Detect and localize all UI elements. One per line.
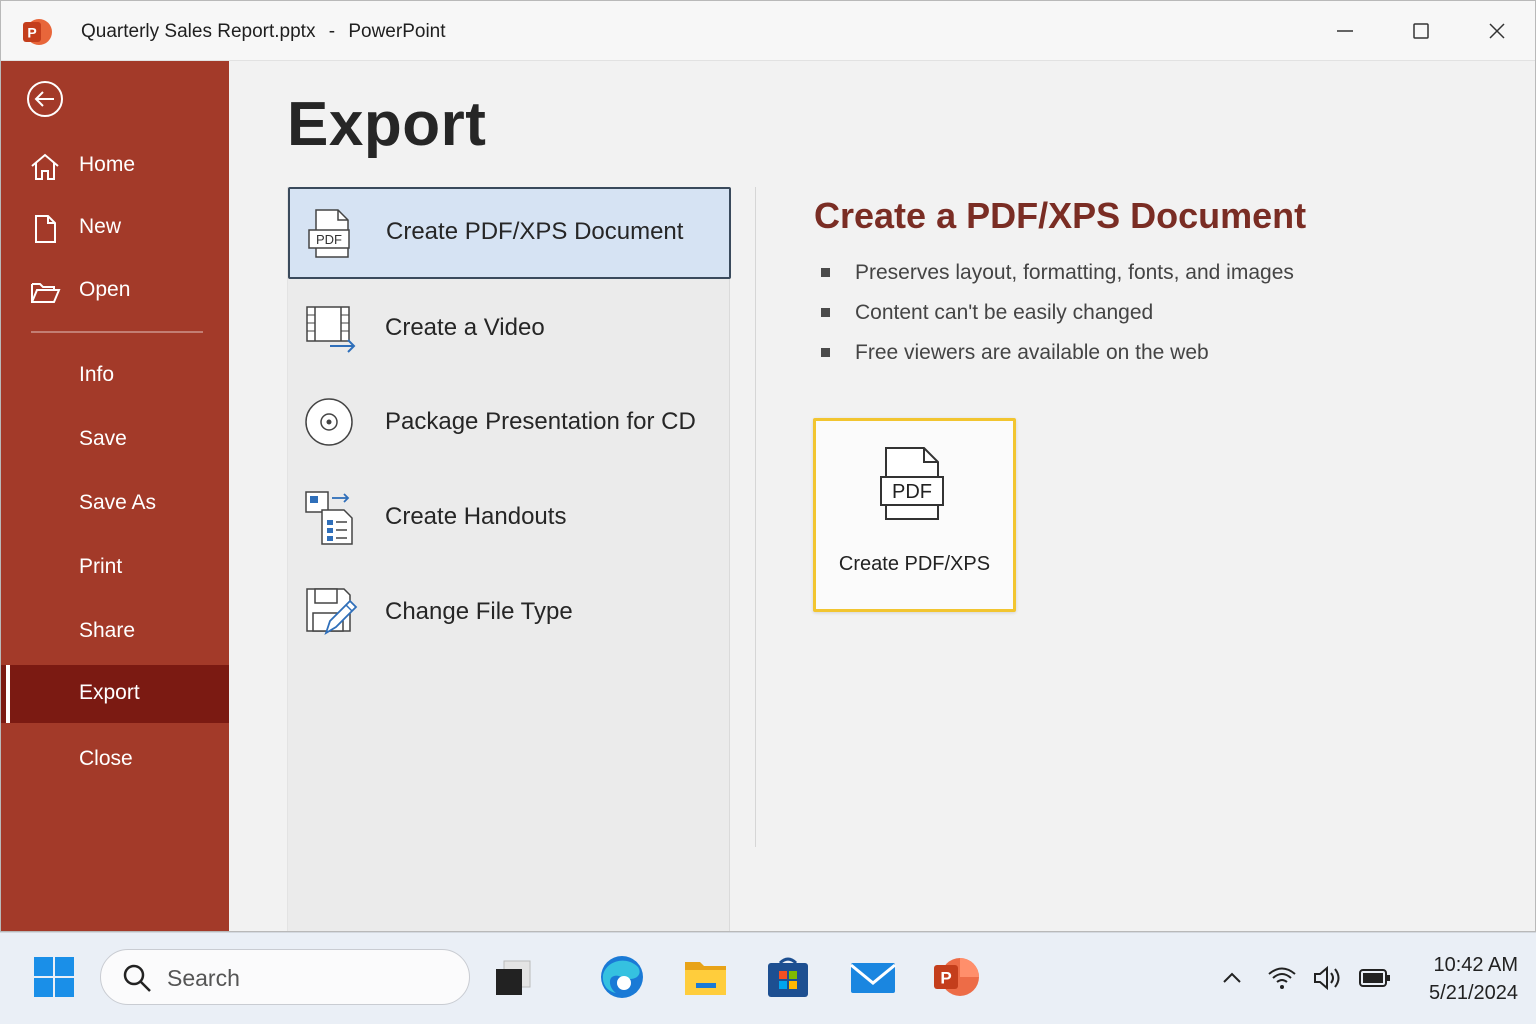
search-placeholder: Search: [167, 965, 240, 991]
back-button[interactable]: [25, 79, 65, 119]
create-pdf-xps-button[interactable]: PDF Create PDF/XPS: [813, 418, 1016, 612]
window-title: Quarterly Sales Report.pptx - PowerPoint: [81, 21, 446, 43]
nav-open[interactable]: Open: [1, 262, 229, 320]
create-pdf-xps-button-label: Create PDF/XPS: [838, 553, 991, 575]
battery-icon[interactable]: [1358, 963, 1390, 993]
nav-export-label: Export: [79, 681, 140, 704]
title-separator: -: [328, 21, 336, 42]
close-icon: [1489, 23, 1505, 39]
title-bar: P Quarterly Sales Report.pptx - PowerPoi…: [1, 1, 1535, 61]
taskbar-search[interactable]: Search: [100, 949, 470, 1005]
backstage-main: Export PDF Create PDF/XPS Document Creat…: [229, 61, 1535, 931]
svg-text:P: P: [940, 969, 951, 988]
nav-print-label: Print: [79, 555, 123, 578]
minimize-button[interactable]: [1317, 11, 1373, 51]
nav-info-label: Info: [79, 363, 115, 386]
mail-icon[interactable]: [849, 953, 897, 1001]
nav-share-label: Share: [79, 619, 136, 642]
chevron-up-icon[interactable]: [1216, 963, 1248, 993]
home-icon: [29, 151, 61, 183]
detail-title: Create a PDF/XPS Document: [814, 195, 1307, 236]
nav-close-label: Close: [79, 747, 133, 770]
minimize-icon: [1337, 30, 1353, 32]
svg-text:PDF: PDF: [316, 232, 342, 247]
nav-save-as[interactable]: Save As: [1, 475, 229, 533]
nav-print[interactable]: Print: [1, 539, 229, 597]
video-export-icon: [304, 301, 356, 355]
detail-bullet: Preserves layout, formatting, fonts, and…: [819, 261, 1294, 301]
nav-divider: [31, 331, 203, 333]
edge-browser-icon[interactable]: [598, 953, 646, 1001]
nav-export[interactable]: Export: [1, 665, 229, 723]
change-file-type-icon: [304, 585, 358, 639]
wifi-icon[interactable]: [1266, 963, 1298, 993]
option-create-handouts[interactable]: Create Handouts: [288, 472, 731, 564]
close-window-button[interactable]: [1469, 11, 1525, 51]
file-explorer-icon[interactable]: [682, 953, 730, 1001]
page-title: Export: [287, 90, 487, 159]
powerpoint-window: P Quarterly Sales Report.pptx - PowerPoi…: [0, 0, 1536, 932]
option-create-pdf-xps[interactable]: PDF Create PDF/XPS Document: [288, 187, 731, 279]
option-change-file-type-label: Change File Type: [385, 598, 573, 625]
pdf-document-icon: PDF: [306, 207, 358, 261]
nav-new[interactable]: New: [1, 199, 229, 257]
cd-disc-icon: [304, 395, 356, 449]
nav-info[interactable]: Info: [1, 347, 229, 405]
clock-date: 5/21/2024: [1429, 982, 1518, 1004]
handouts-icon: [304, 490, 356, 545]
search-icon: [121, 962, 153, 994]
nav-save-as-label: Save As: [79, 491, 157, 514]
powerpoint-icon[interactable]: P: [932, 953, 980, 1001]
system-clock[interactable]: 10:42 AM 5/21/2024: [1408, 951, 1518, 1007]
nav-new-label: New: [79, 215, 122, 238]
svg-text:P: P: [27, 25, 36, 41]
nav-save-label: Save: [79, 427, 127, 450]
nav-share[interactable]: Share: [1, 603, 229, 661]
task-view-icon[interactable]: [490, 953, 538, 1001]
file-name: Quarterly Sales Report.pptx: [81, 21, 316, 42]
detail-bullet: Free viewers are available on the web: [819, 341, 1294, 381]
backstage-sidebar: Home New Open Info Save Save As Print Sh…: [1, 61, 229, 931]
nav-home[interactable]: Home: [1, 137, 229, 195]
app-name: PowerPoint: [348, 21, 446, 42]
folder-open-icon: [29, 276, 61, 308]
option-package-cd-label: Package Presentation for CD: [385, 408, 696, 435]
option-create-pdf-xps-label: Create PDF/XPS Document: [386, 218, 684, 245]
option-create-video[interactable]: Create a Video: [288, 283, 731, 375]
pdf-document-icon: PDF: [880, 445, 950, 527]
volume-icon[interactable]: [1312, 963, 1344, 993]
new-document-icon: [29, 213, 61, 245]
option-create-handouts-label: Create Handouts: [385, 503, 567, 530]
windows-logo-icon: [34, 957, 74, 997]
powerpoint-logo-icon: P: [21, 17, 53, 47]
detail-bullets: Preserves layout, formatting, fonts, and…: [819, 261, 1294, 381]
maximize-icon: [1413, 23, 1429, 39]
nav-save[interactable]: Save: [1, 411, 229, 469]
nav-home-label: Home: [79, 153, 136, 176]
start-button[interactable]: [32, 955, 76, 999]
svg-text:PDF: PDF: [892, 481, 932, 503]
maximize-button[interactable]: [1393, 11, 1449, 51]
arrow-left-circle-icon: [27, 81, 63, 117]
option-create-video-label: Create a Video: [385, 314, 545, 341]
clock-time: 10:42 AM: [1433, 954, 1518, 976]
option-change-file-type[interactable]: Change File Type: [288, 567, 731, 659]
detail-bullet: Content can't be easily changed: [819, 301, 1294, 341]
nav-open-label: Open: [79, 278, 131, 301]
microsoft-store-icon[interactable]: [764, 953, 812, 1001]
option-package-cd[interactable]: Package Presentation for CD: [288, 377, 731, 469]
panel-divider: [755, 187, 756, 847]
export-options-list: PDF Create PDF/XPS Document Create a Vid…: [287, 187, 731, 931]
taskbar: Search P 10:42 AM 5/21/2024: [0, 932, 1536, 1024]
nav-close[interactable]: Close: [1, 731, 229, 789]
